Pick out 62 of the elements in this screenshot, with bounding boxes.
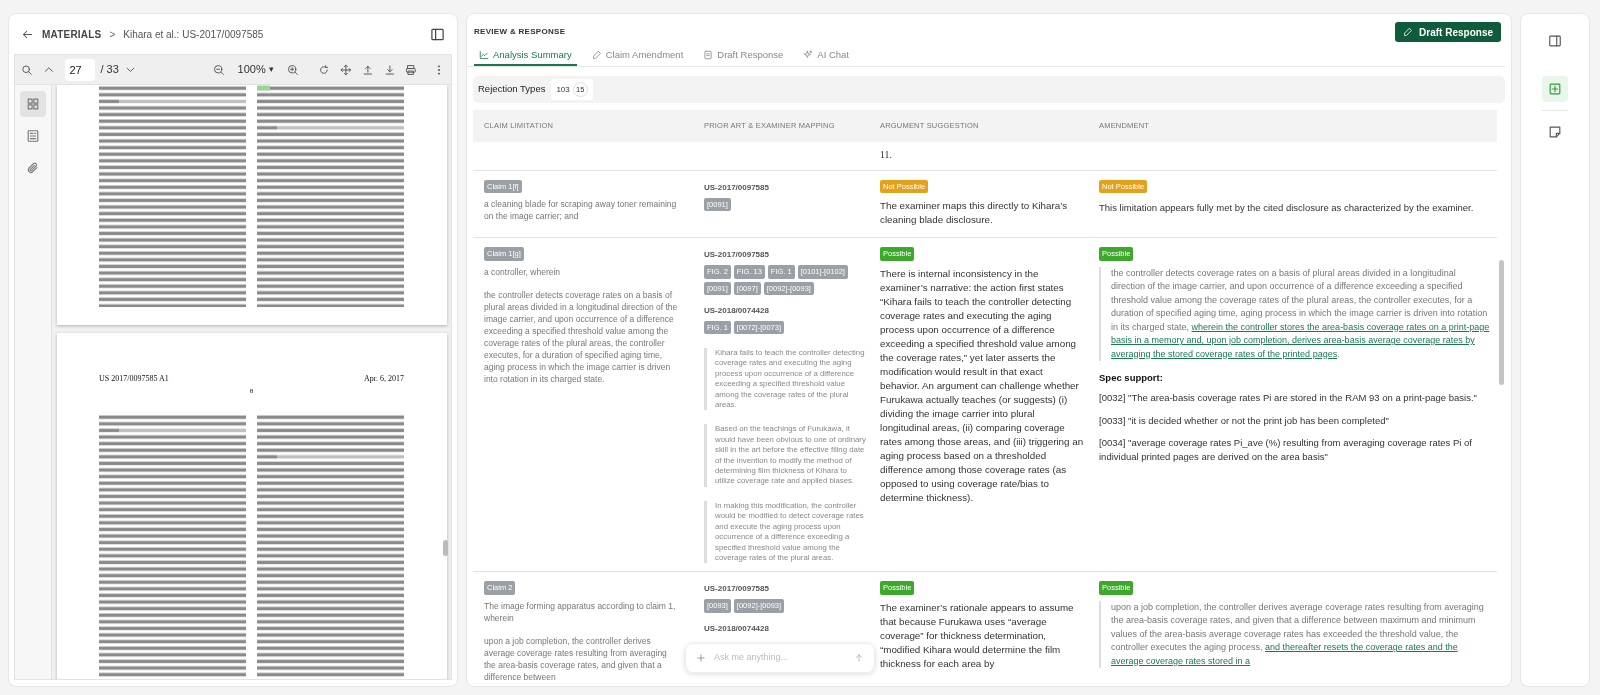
breadcrumb-current: Kihara et al.: US-2017/0097585	[123, 27, 264, 42]
pencil-icon	[591, 50, 602, 60]
scrollbar[interactable]	[443, 540, 448, 556]
amendment-text: the controller detects coverage rates on a basis of plural areas divided in a longitudinal direction of the image carrier, and upon occurrence of a difference exceeding a specified threshold value among the coverage rates of the plural areas, the controller executes, for a duration of specified aging time, aging process in which the image carrier is driven into rotation in its charged state, wherein the controller stores the area-basis coverage rates on a print-page basis in a memory and, upon job completion, derives area-basis average coverage rates by averaging the stored coverage rates of the printed pages.	[1111, 266, 1491, 361]
reference-number: US-2017/0097585	[704, 249, 770, 262]
chart-icon	[479, 50, 489, 60]
add-icon[interactable]	[696, 653, 706, 663]
breadcrumb-separator: >	[109, 27, 116, 42]
reference-number: US-2017/0097585	[704, 583, 770, 596]
pencil-icon	[1403, 27, 1414, 37]
tab[interactable]: Draft Response	[698, 46, 789, 66]
spec-citation: [0034] "average coverage rates Pi_ave (%) resulting from averaging coverage rates Pi of individual printed pages are derived on the area basis"	[1099, 436, 1473, 464]
argument-text: 11.	[880, 148, 893, 162]
zoom-out-icon[interactable]	[212, 62, 225, 77]
tab[interactable]: AI Chat	[798, 46, 854, 66]
spec-citation: [0033] "it is decided whether or not the print job has been completed"	[1099, 413, 1390, 428]
draft-response-button[interactable]: Draft Response	[1395, 22, 1501, 42]
page-header-number: US 2017/0097585 A1	[99, 373, 169, 385]
sidebar-toggle-icon[interactable]	[430, 26, 445, 42]
tab[interactable]: Analysis Summary	[474, 46, 577, 66]
claim-text: upon a job completion, the controller derives average coverage rates resulting from averaging the area-basis coverage rates, and given that a difference between	[484, 634, 668, 683]
claim-text: the controller detects coverage rates on a basis of plural areas divided in a longitudinal direction of the image carrier, and upon occurrence of a difference exceeding a specified threshold value among the coverage rates of the plural areas, the controller executes, for a duration of specified aging time, aging process in which the image carrier is driven into rotation in its charged state.	[484, 288, 679, 385]
argument-text: There is internal inconsistency in the examiner’s narrative: the action first states “Kihara fails to teach the controller detecting coverage rates and executing the aging process upon occurrence of a difference exceeding a specified threshold value among the coverage rates,” yet later asserts the modification would result in that exact behavior. An argument can challenge whether Furukawa actually teaches (or suggests) (i) dividing the image carrier into plural longitudinal areas, (ii) comparing coverage rates among those areas, and (iii) triggering an aging process based on a thresholded difference among those coverage rates (as opposed to using coverage rate/bias to determine thickness).	[880, 266, 1084, 505]
document-icon	[703, 50, 714, 60]
plus-square-icon	[1548, 82, 1562, 96]
claim-text: a controller, wherein	[484, 265, 562, 278]
note-icon	[1548, 125, 1562, 139]
filter-label: Rejection Types	[478, 82, 546, 97]
reference-number: US-2018/0074428	[704, 304, 770, 317]
reference-number: US-2017/0097585	[704, 182, 770, 194]
search-icon[interactable]	[21, 62, 33, 77]
outline-icon	[26, 129, 40, 143]
chat-input[interactable]: Ask me anything...	[714, 651, 846, 665]
breadcrumb-link[interactable]: MATERIALS	[42, 26, 102, 42]
print-icon[interactable]	[405, 62, 418, 77]
scrollbar[interactable]	[1499, 260, 1504, 385]
argument-text: The examiner maps this directly to Kihara’s cleaning blade disclosure.	[880, 199, 1069, 228]
thumbnails-button[interactable]	[20, 91, 46, 117]
move-icon[interactable]	[340, 62, 352, 77]
attachment-icon	[26, 161, 40, 175]
sparkle-icon	[803, 50, 814, 60]
spec-support-heading: Spec support:	[1099, 371, 1164, 385]
page-number-field[interactable]: 27	[64, 58, 95, 81]
page-header-date: Apr. 6, 2017	[364, 373, 404, 385]
download-icon[interactable]	[383, 62, 396, 77]
add-note-button[interactable]	[1542, 76, 1568, 102]
reference-number: US-2018/0074428	[704, 622, 770, 635]
zoom-in-icon[interactable]	[286, 62, 299, 77]
amendment-text: This limitation appears fully met by the cited disclosure as characterized by the examiner.	[1099, 201, 1475, 216]
claim-text: a cleaning blade for scraping away toner remaining on the image carrier; and	[484, 198, 678, 223]
claim-text: The image forming apparatus according to claim 1, wherein	[484, 599, 677, 624]
rotate-icon[interactable]	[318, 62, 331, 77]
spec-citation: [0032] "The area-basis coverage rates Pi are stored in the RAM 93 on a print-page basis."	[1099, 391, 1478, 405]
chat-field[interactable]: Ask me anything...	[685, 643, 875, 673]
panel-title: REVIEW & RESPONSE	[474, 26, 566, 38]
thumbnails-icon	[26, 97, 40, 111]
sidebar-toggle-icon	[1548, 34, 1562, 48]
amendment-text: upon a job completion, the controller derives average coverage rates resulting from averaging the area-basis coverage rates, and given that a difference between maximum and minimum values of the area-basis average coverage rates has exceeded the threshold value, the controller executes the aging process, and thereafter resets the coverage rates and the average coverage rates stored in a	[1111, 600, 1485, 668]
tab[interactable]: Claim Amendment	[586, 46, 689, 66]
zoom-dropdown[interactable]: 100% ▾	[234, 61, 277, 78]
argument-text: The examiner’s rationale appears to assume that because Furukawa uses “average coverage” for thickness determination, “modified Kihara would determine the film thickness for each area by	[880, 600, 1075, 671]
page-count: / 33	[100, 62, 119, 78]
